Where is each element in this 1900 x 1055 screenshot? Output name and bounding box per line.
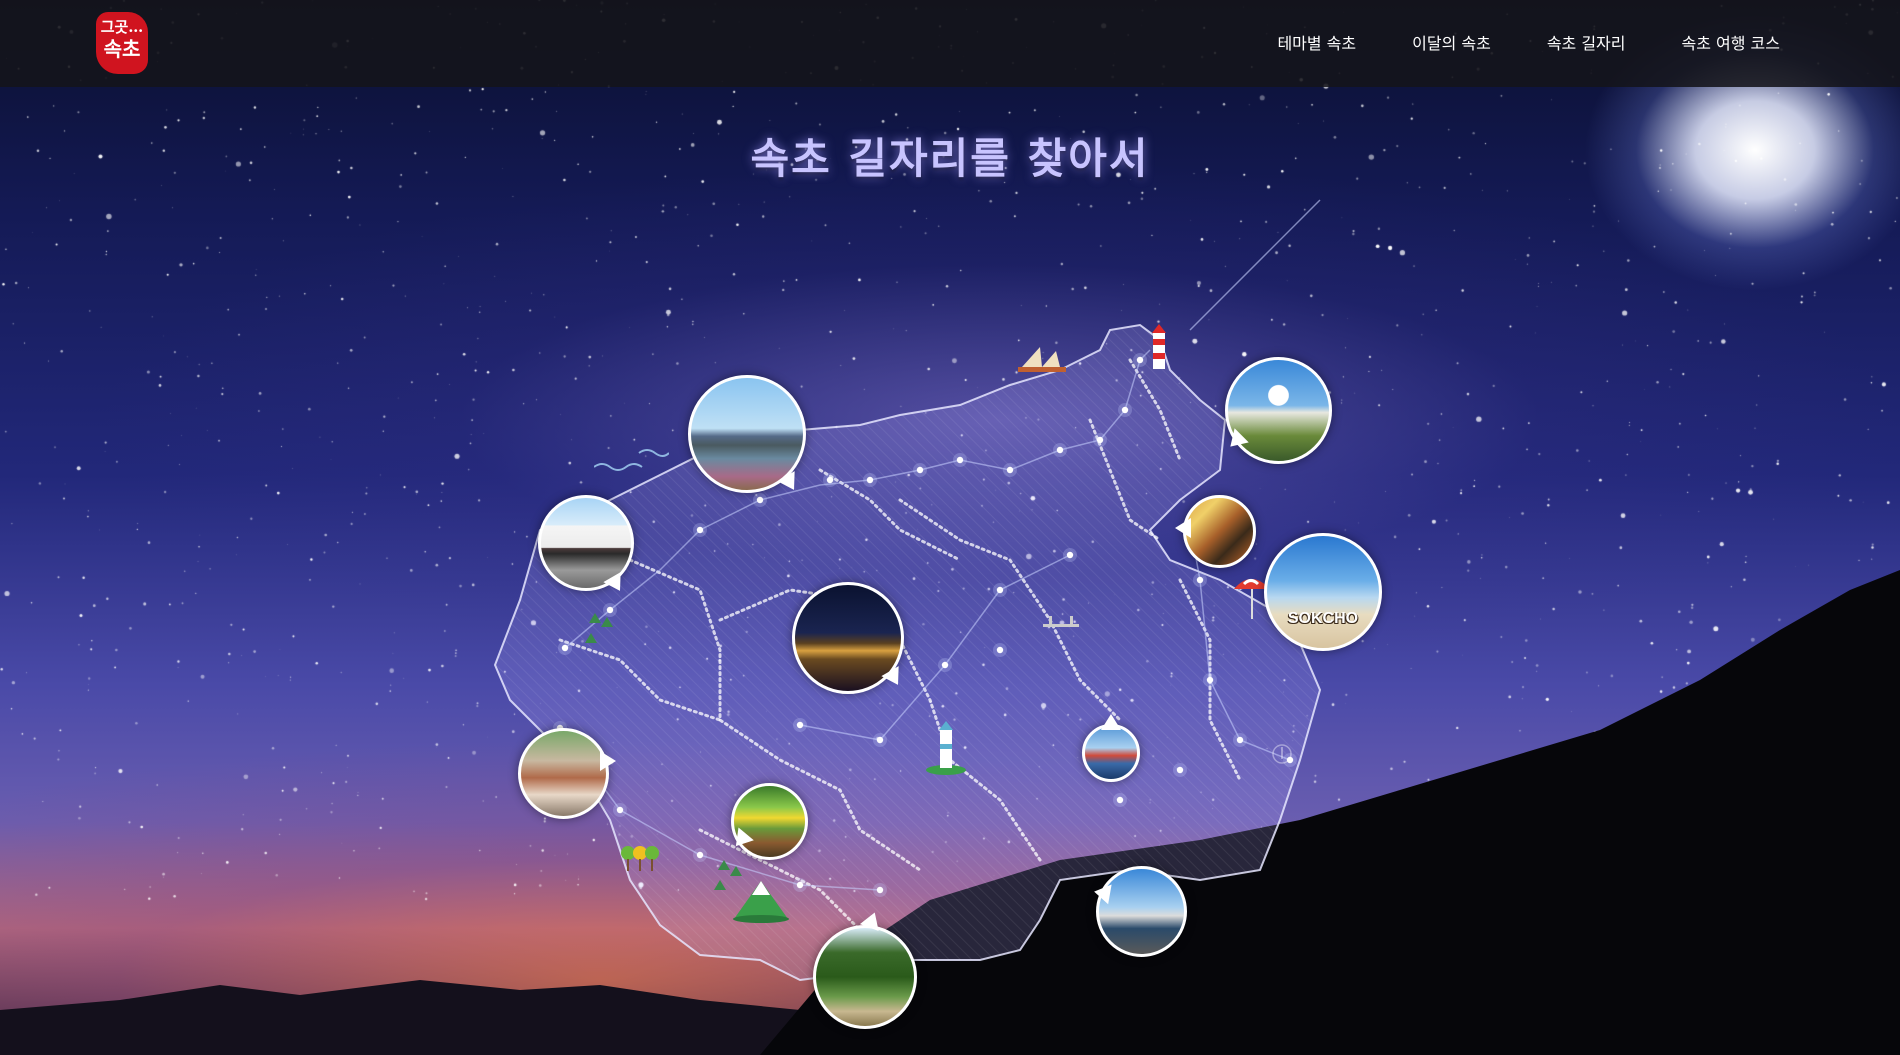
route-waypoint-dot — [796, 721, 804, 729]
spot-market-pointer — [1175, 518, 1191, 538]
lighthouse-white-icon — [924, 720, 968, 775]
route-waypoint-dot — [1006, 466, 1014, 474]
route-waypoint-dot — [696, 526, 704, 534]
mountain-icon — [732, 877, 790, 923]
small-mountains-icon — [583, 613, 617, 649]
route-waypoint-dot — [941, 661, 949, 669]
sokcho-map — [0, 199, 1900, 1055]
page-background: 그곳… 속초 테마별 속초 이달의 속초 속초 길자리 속초 여행 코스 속초 … — [0, 0, 1900, 1055]
route-waypoint-dot — [876, 886, 884, 894]
route-waypoint-dot — [1096, 436, 1104, 444]
route-waypoint-dot — [1236, 736, 1244, 744]
waves-icon — [593, 447, 670, 473]
route-waypoint-dot — [1136, 356, 1144, 364]
spot-harbor-boats-photo[interactable] — [1082, 724, 1140, 782]
spot-harbor-boats-pointer — [1101, 714, 1121, 730]
route-waypoint-dot — [1121, 406, 1129, 414]
bridge-icon — [1043, 615, 1079, 629]
route-waypoint-dot — [1116, 796, 1124, 804]
boat-icon — [1012, 345, 1070, 375]
route-waypoint-dot — [1196, 576, 1204, 584]
route-waypoint-dot — [996, 646, 1004, 654]
spot-pine-forest-photo[interactable] — [813, 925, 917, 1029]
route-waypoint-dot — [696, 851, 704, 859]
spot-flag-beach-pointer — [1092, 881, 1112, 905]
spot-sokcho-beach-sign-photo[interactable]: SOKCHO — [1264, 533, 1382, 651]
anchor-icon — [1271, 743, 1293, 765]
route-waypoint-dot — [561, 644, 569, 652]
route-waypoint-dot — [1066, 551, 1074, 559]
route-waypoint-dot — [1206, 676, 1214, 684]
route-waypoint-dot — [826, 476, 834, 484]
route-waypoint-dot — [1176, 766, 1184, 774]
route-waypoint-dot — [876, 736, 884, 744]
route-waypoint-dot — [956, 456, 964, 464]
spot-market-photo[interactable] — [1183, 495, 1256, 568]
route-waypoint-dot — [616, 806, 624, 814]
spot-footbath-pointer — [600, 751, 616, 771]
spot-flag-beach-photo[interactable] — [1096, 866, 1187, 957]
route-waypoint-dot — [796, 881, 804, 889]
route-waypoint-dot — [1056, 446, 1064, 454]
route-waypoint-dot — [996, 586, 1004, 594]
route-waypoint-dot — [916, 466, 924, 474]
route-waypoint-dot — [756, 496, 764, 504]
route-waypoint-dot — [866, 476, 874, 484]
lighthouse-red-icon — [1148, 323, 1170, 373]
horizon-mountains — [0, 980, 800, 1055]
sokcho-sign-text: SOKCHO — [1287, 610, 1359, 627]
trees-icon — [620, 843, 662, 871]
spot-footbath-photo[interactable] — [518, 728, 609, 819]
